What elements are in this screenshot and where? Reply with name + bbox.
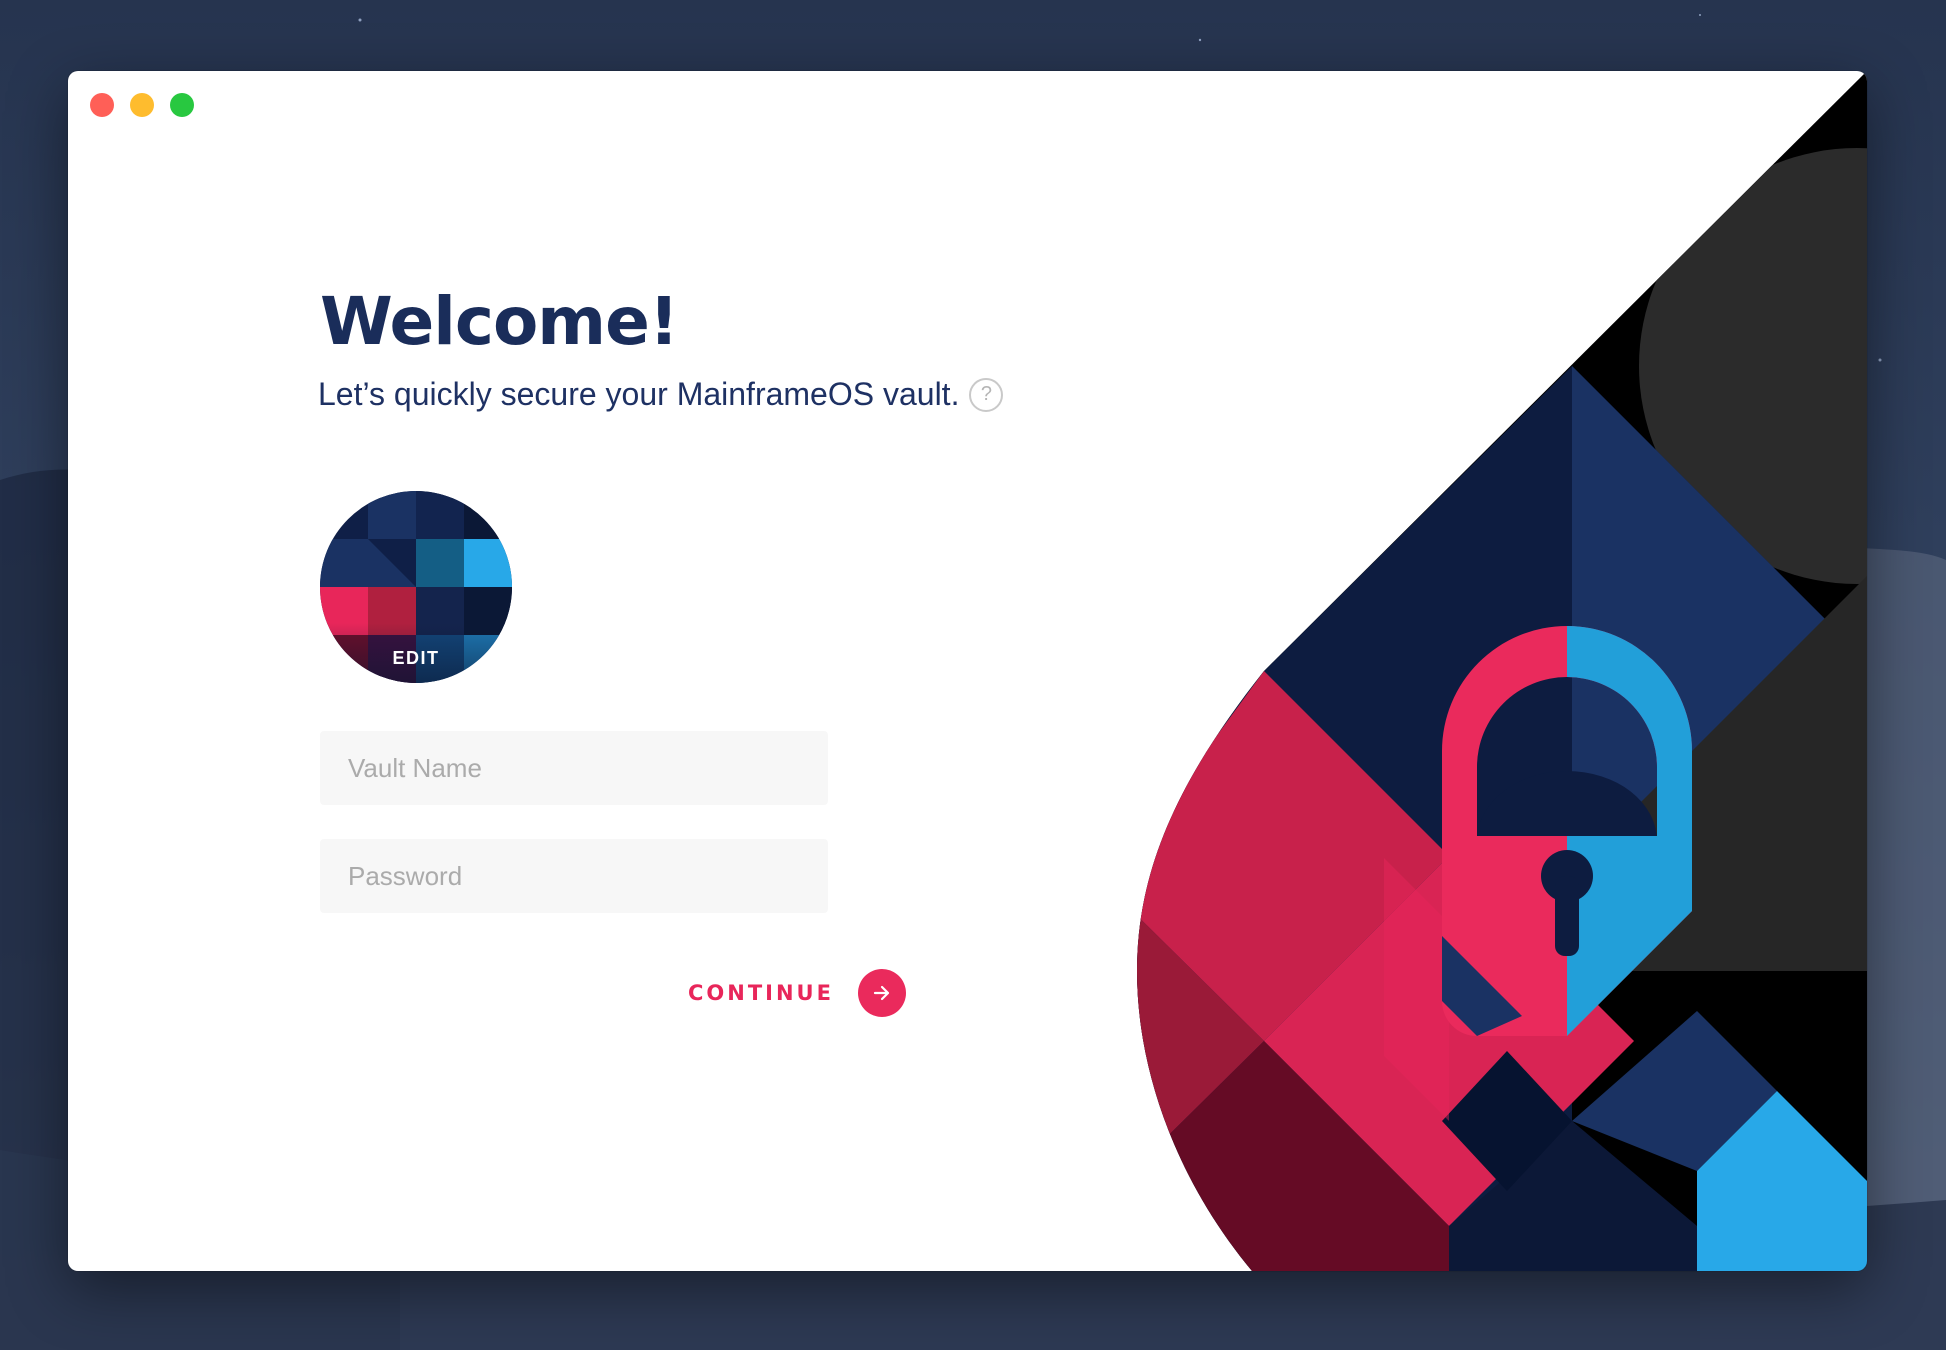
arrow-right-icon[interactable] [857, 969, 906, 1017]
minimize-window-button[interactable] [130, 93, 154, 117]
welcome-panel: Welcome! Let’s quickly secure your Mainf… [318, 71, 1118, 1271]
help-icon[interactable]: ? [969, 377, 1004, 412]
avatar-edit-label[interactable]: EDIT [320, 623, 512, 683]
close-window-button[interactable] [90, 93, 114, 117]
page-title: Welcome! [320, 283, 679, 360]
continue-label: CONTINUE [688, 981, 834, 1005]
window-controls [90, 93, 194, 117]
continue-button[interactable]: CONTINUE [688, 969, 906, 1017]
vault-avatar[interactable]: EDIT [320, 491, 512, 683]
subtitle-row: Let’s quickly secure your MainframeOS va… [318, 376, 1004, 413]
password-input[interactable] [320, 839, 828, 913]
app-window: Welcome! Let’s quickly secure your Mainf… [68, 71, 1867, 1271]
vault-name-input[interactable] [320, 731, 828, 805]
zoom-window-button[interactable] [170, 93, 194, 117]
vault-lock-illustration [1137, 71, 1867, 1271]
page-subtitle: Let’s quickly secure your MainframeOS va… [318, 376, 960, 412]
